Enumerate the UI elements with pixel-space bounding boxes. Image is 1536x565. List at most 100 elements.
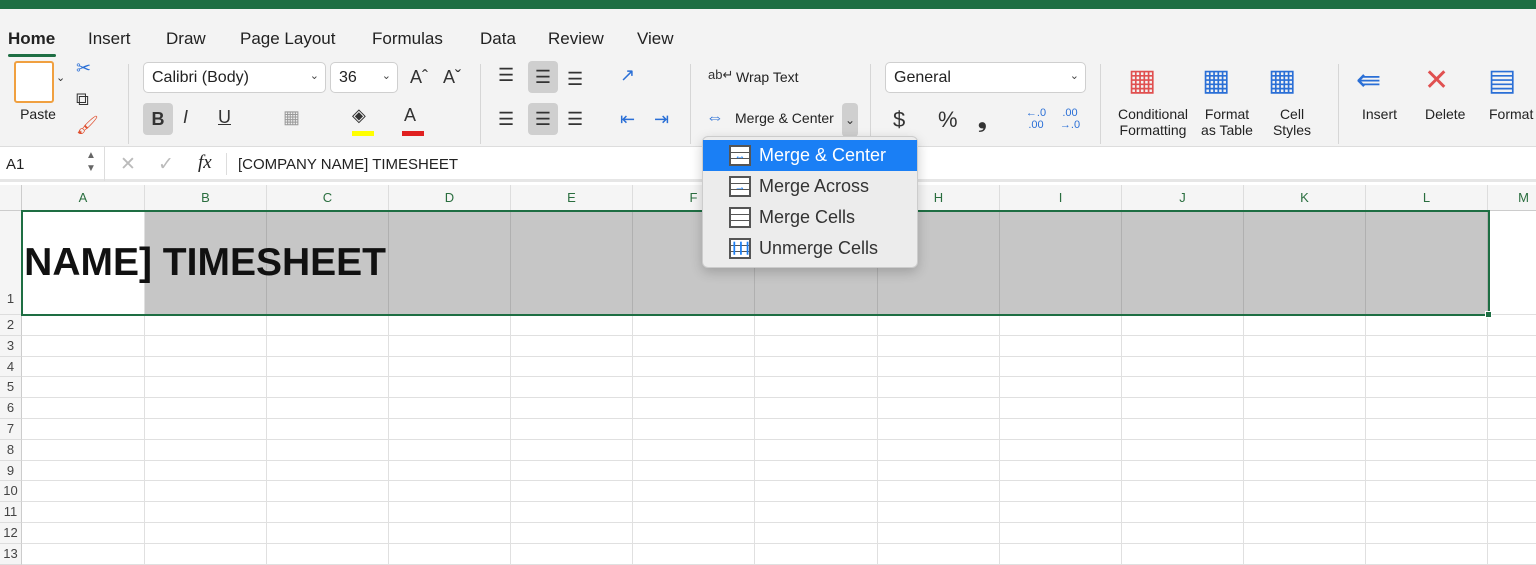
cell-I12[interactable] bbox=[1000, 523, 1122, 544]
cell-K3[interactable] bbox=[1244, 335, 1366, 357]
cell-I3[interactable] bbox=[1000, 335, 1122, 357]
font-size-select[interactable]: 36 ⌄ bbox=[330, 62, 398, 93]
cell-F6[interactable] bbox=[633, 398, 755, 419]
format-as-table-button[interactable]: Format as Table bbox=[1196, 106, 1258, 138]
cell-H12[interactable] bbox=[878, 523, 1000, 544]
cell-K10[interactable] bbox=[1244, 481, 1366, 503]
row-header-4[interactable]: 4 bbox=[0, 356, 22, 378]
cell-E3[interactable] bbox=[511, 335, 633, 357]
row-header-6[interactable]: 6 bbox=[0, 398, 22, 419]
cell-K13[interactable] bbox=[1244, 543, 1366, 565]
cell-B5[interactable] bbox=[145, 377, 267, 399]
cell-B10[interactable] bbox=[145, 481, 267, 503]
cell-F11[interactable] bbox=[633, 502, 755, 523]
cell-L6[interactable] bbox=[1366, 398, 1488, 419]
column-header-C[interactable]: C bbox=[267, 185, 389, 211]
cell-I2[interactable] bbox=[1000, 315, 1122, 336]
increase-font-icon[interactable]: Aˆ bbox=[410, 67, 428, 88]
cell-L5[interactable] bbox=[1366, 377, 1488, 399]
cell-J11[interactable] bbox=[1122, 502, 1244, 523]
decrease-decimal-button[interactable]: .00 →.0 bbox=[1058, 107, 1082, 131]
column-header-M[interactable]: M bbox=[1488, 185, 1536, 211]
row-header-11[interactable]: 11 bbox=[0, 502, 22, 523]
cell-A2[interactable] bbox=[22, 315, 145, 336]
cell-E7[interactable] bbox=[511, 419, 633, 440]
row-header-5[interactable]: 5 bbox=[0, 377, 22, 399]
menu-item-merge-cells[interactable]: Merge Cells bbox=[703, 202, 917, 233]
cell-M4[interactable] bbox=[1488, 356, 1536, 378]
cell-G5[interactable] bbox=[755, 377, 878, 399]
paste-icon[interactable] bbox=[14, 61, 54, 103]
column-header-L[interactable]: L bbox=[1366, 185, 1488, 211]
cell-D4[interactable] bbox=[389, 356, 511, 378]
align-bottom-icon[interactable]: ☰ bbox=[567, 69, 583, 90]
cell-D5[interactable] bbox=[389, 377, 511, 399]
cell-D9[interactable] bbox=[389, 460, 511, 482]
cell-L3[interactable] bbox=[1366, 335, 1488, 357]
cell-A3[interactable] bbox=[22, 335, 145, 357]
cell-I8[interactable] bbox=[1000, 439, 1122, 461]
cell-H8[interactable] bbox=[878, 439, 1000, 461]
cell-M6[interactable] bbox=[1488, 398, 1536, 419]
cell-G11[interactable] bbox=[755, 502, 878, 523]
cell-D10[interactable] bbox=[389, 481, 511, 503]
column-header-D[interactable]: D bbox=[389, 185, 511, 211]
cell-H4[interactable] bbox=[878, 356, 1000, 378]
cell-E12[interactable] bbox=[511, 523, 633, 544]
cell-H13[interactable] bbox=[878, 543, 1000, 565]
cell-D13[interactable] bbox=[389, 543, 511, 565]
cell-D12[interactable] bbox=[389, 523, 511, 544]
cell-G12[interactable] bbox=[755, 523, 878, 544]
cell-G8[interactable] bbox=[755, 439, 878, 461]
cell-C13[interactable] bbox=[267, 543, 389, 565]
cell-H5[interactable] bbox=[878, 377, 1000, 399]
cell-H11[interactable] bbox=[878, 502, 1000, 523]
cell-H6[interactable] bbox=[878, 398, 1000, 419]
cell-F10[interactable] bbox=[633, 481, 755, 503]
align-right-icon[interactable]: ☰ bbox=[567, 109, 583, 130]
cell-L7[interactable] bbox=[1366, 419, 1488, 440]
cell-C5[interactable] bbox=[267, 377, 389, 399]
borders-icon[interactable]: ▦ bbox=[283, 107, 300, 128]
cell-C7[interactable] bbox=[267, 419, 389, 440]
cell-H9[interactable] bbox=[878, 460, 1000, 482]
row-header-10[interactable]: 10 bbox=[0, 481, 22, 503]
cell-C9[interactable] bbox=[267, 460, 389, 482]
cell-M10[interactable] bbox=[1488, 481, 1536, 503]
row-header-1[interactable]: 1 bbox=[0, 211, 22, 315]
cell-L13[interactable] bbox=[1366, 543, 1488, 565]
cell-C2[interactable] bbox=[267, 315, 389, 336]
fill-color-icon[interactable]: ◈ bbox=[352, 105, 366, 126]
cell-G2[interactable] bbox=[755, 315, 878, 336]
cell-J6[interactable] bbox=[1122, 398, 1244, 419]
menu-item-merge-center[interactable]: ↔ Merge & Center bbox=[703, 140, 917, 171]
cell-B6[interactable] bbox=[145, 398, 267, 419]
conditional-formatting-button[interactable]: Conditional Formatting bbox=[1112, 106, 1194, 138]
cancel-icon[interactable]: ✕ bbox=[120, 153, 136, 176]
cell-J12[interactable] bbox=[1122, 523, 1244, 544]
orientation-icon[interactable]: ↗ bbox=[620, 65, 635, 86]
cell-L9[interactable] bbox=[1366, 460, 1488, 482]
cell-G7[interactable] bbox=[755, 419, 878, 440]
cell-styles-icon[interactable]: ▦ bbox=[1268, 63, 1296, 98]
format-cells-icon[interactable]: ▤ bbox=[1488, 63, 1516, 98]
tab-draw[interactable]: Draw bbox=[166, 29, 206, 49]
tab-home[interactable]: Home bbox=[8, 29, 55, 49]
cell-J2[interactable] bbox=[1122, 315, 1244, 336]
menu-item-merge-across[interactable]: → Merge Across bbox=[703, 171, 917, 202]
column-header-A[interactable]: A bbox=[22, 185, 145, 211]
align-middle-icon[interactable]: ☰ bbox=[528, 61, 558, 93]
cell-D11[interactable] bbox=[389, 502, 511, 523]
cell-E13[interactable] bbox=[511, 543, 633, 565]
name-box-stepper[interactable]: ▲ ▼ bbox=[86, 149, 96, 175]
cell-A5[interactable] bbox=[22, 377, 145, 399]
currency-button[interactable]: $ bbox=[893, 107, 905, 133]
cell-E4[interactable] bbox=[511, 356, 633, 378]
cell-B12[interactable] bbox=[145, 523, 267, 544]
increase-indent-icon[interactable]: ⇥ bbox=[654, 109, 669, 130]
cell-G6[interactable] bbox=[755, 398, 878, 419]
cell-D6[interactable] bbox=[389, 398, 511, 419]
formula-input[interactable]: [COMPANY NAME] TIMESHEET bbox=[238, 156, 458, 173]
cell-F8[interactable] bbox=[633, 439, 755, 461]
cell-K7[interactable] bbox=[1244, 419, 1366, 440]
